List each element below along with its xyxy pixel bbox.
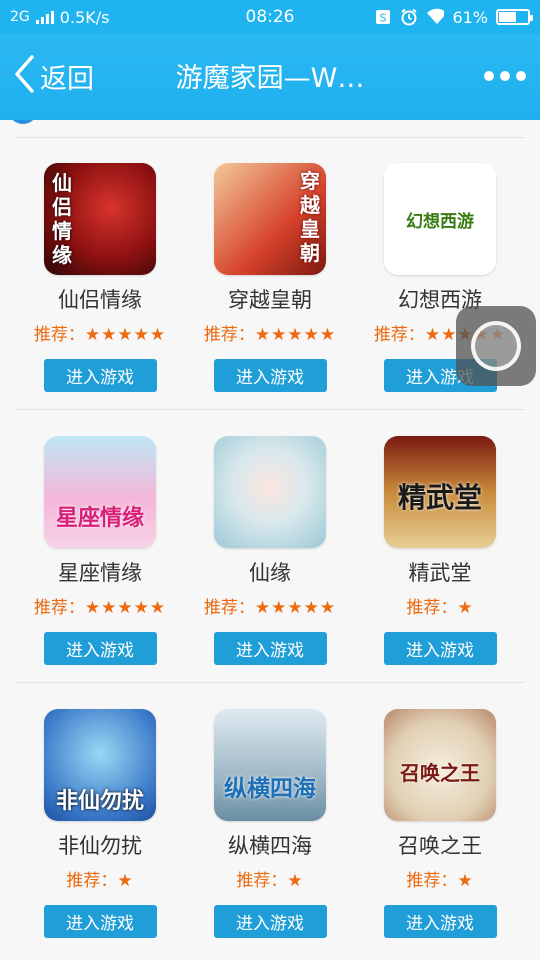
battery-icon <box>496 9 533 25</box>
game-rating: 推荐：★★★★★ <box>204 323 336 347</box>
game-icon-xianlvqingyuan[interactable]: 仙侣情缘 <box>44 163 156 275</box>
rating-label: 推荐： <box>33 325 85 345</box>
wifi-icon <box>426 8 445 26</box>
game-name: 仙缘 <box>249 561 291 585</box>
game-card: 召唤之王 召唤之王 推荐：★ 进入游戏 <box>355 709 525 938</box>
game-name: 非仙勿扰 <box>58 834 142 858</box>
enter-game-button[interactable]: 进入游戏 <box>43 905 157 938</box>
rating-label: 推荐： <box>203 598 255 618</box>
game-card: 仙缘 推荐：★★★★★ 进入游戏 <box>185 436 355 665</box>
game-icon-huanxiangxiyou[interactable]: 幻想西游 <box>384 163 496 275</box>
rating-stars: ★ <box>457 598 474 618</box>
divider <box>15 682 525 683</box>
game-icon-jingwutang[interactable]: 精武堂 <box>384 436 496 548</box>
enter-game-button[interactable]: 进入游戏 <box>213 905 327 938</box>
game-card: 穿越皇朝 穿越皇朝 推荐：★★★★★ 进入游戏 <box>185 163 355 392</box>
game-name: 召唤之王 <box>398 834 482 858</box>
game-icon-xingzuoqingyuan[interactable]: 星座情缘 <box>44 436 156 548</box>
back-label: 返回 <box>40 63 94 95</box>
game-card: 星座情缘 星座情缘 推荐：★★★★★ 进入游戏 <box>15 436 185 665</box>
game-icon-zhaohuanzhiwang[interactable]: 召唤之王 <box>384 709 496 821</box>
game-name: 纵横四海 <box>228 834 312 858</box>
rating-stars: ★ <box>117 871 134 891</box>
page-title: 游魔家园—W… <box>175 63 365 94</box>
game-rating: 推荐：★★★★★ <box>34 596 166 620</box>
game-list[interactable]: 仙侣情缘 仙侣情缘 推荐：★★★★★ 进入游戏 穿越皇朝 穿越皇朝 推荐：★★★… <box>0 120 540 960</box>
rating-stars: ★ <box>287 871 304 891</box>
enter-game-button[interactable]: 进入游戏 <box>213 359 327 392</box>
nav-bar: 返回 游魔家园—W… <box>0 34 540 120</box>
game-rating: 推荐：★ <box>236 869 303 893</box>
rating-label: 推荐： <box>373 325 425 345</box>
svg-text:S: S <box>380 12 387 25</box>
rating-label: 推荐： <box>66 871 118 891</box>
back-button[interactable]: 返回 <box>12 54 94 98</box>
signal-icon <box>35 10 54 24</box>
rating-label: 推荐： <box>406 598 458 618</box>
game-name: 穿越皇朝 <box>228 288 312 312</box>
status-left: 2G 0.5K/s <box>10 8 109 27</box>
game-rating: 推荐：★ <box>406 596 473 620</box>
battery-percent: 61% <box>452 7 488 27</box>
rating-label: 推荐： <box>236 871 288 891</box>
rating-stars: ★★★★★ <box>254 598 337 618</box>
game-rating: 推荐：★ <box>406 869 473 893</box>
game-card: 仙侣情缘 仙侣情缘 推荐：★★★★★ 进入游戏 <box>15 163 185 392</box>
game-rating: 推荐：★ <box>66 869 133 893</box>
icon-caption: 穿越皇朝 <box>300 169 320 265</box>
game-icon-zonghengsihai[interactable]: 纵横四海 <box>214 709 326 821</box>
rating-label: 推荐： <box>203 325 255 345</box>
rating-stars: ★★★★★ <box>254 325 337 345</box>
enter-game-button[interactable]: 进入游戏 <box>213 632 327 665</box>
enter-game-button[interactable]: 进入游戏 <box>43 359 157 392</box>
enter-game-button[interactable]: 进入游戏 <box>383 905 497 938</box>
game-card: 纵横四海 纵横四海 推荐：★ 进入游戏 <box>185 709 355 938</box>
status-bar: 2G 0.5K/s 08:26 S 61% <box>0 0 540 34</box>
alarm-icon <box>400 8 418 26</box>
enter-game-button[interactable]: 进入游戏 <box>43 632 157 665</box>
floating-assistive-button[interactable] <box>456 306 536 386</box>
game-name: 精武堂 <box>408 561 472 585</box>
rating-label: 推荐： <box>33 598 85 618</box>
game-card: 非仙勿扰 非仙勿扰 推荐：★ 进入游戏 <box>15 709 185 938</box>
network-speed: 0.5K/s <box>59 7 110 27</box>
icon-caption: 星座情缘 <box>55 506 144 531</box>
game-name: 星座情缘 <box>58 561 142 585</box>
icon-caption: 幻想西游 <box>406 212 474 232</box>
icon-caption: 非仙勿扰 <box>55 789 144 814</box>
icon-caption: 精武堂 <box>397 481 482 514</box>
game-icon-feixianwurao[interactable]: 非仙勿扰 <box>44 709 156 821</box>
rating-stars: ★★★★★ <box>84 598 167 618</box>
rating-label: 推荐： <box>406 871 458 891</box>
game-card: 精武堂 精武堂 推荐：★ 进入游戏 <box>355 436 525 665</box>
game-icon-chuanyuehuangchao[interactable]: 穿越皇朝 <box>214 163 326 275</box>
scrolled-banner-edge <box>8 120 38 124</box>
sim-icon: S <box>374 8 392 26</box>
enter-game-button[interactable]: 进入游戏 <box>383 632 497 665</box>
icon-caption: 仙侣情缘 <box>52 171 72 267</box>
game-rating: 推荐：★★★★★ <box>34 323 166 347</box>
network-type: 2G <box>10 9 30 25</box>
more-menu-icon[interactable] <box>484 64 526 88</box>
icon-caption: 召唤之王 <box>400 761 480 785</box>
game-icon-xianyuan[interactable] <box>214 436 326 548</box>
status-right: S 61% <box>374 7 533 27</box>
icon-caption: 纵横四海 <box>224 776 316 802</box>
rating-stars: ★ <box>457 871 474 891</box>
game-rating: 推荐：★★★★★ <box>204 596 336 620</box>
divider <box>15 137 525 138</box>
ring-icon <box>471 321 521 371</box>
chevron-left-icon <box>12 54 36 98</box>
rating-stars: ★★★★★ <box>84 325 167 345</box>
game-name: 仙侣情缘 <box>58 288 142 312</box>
divider <box>15 409 525 410</box>
